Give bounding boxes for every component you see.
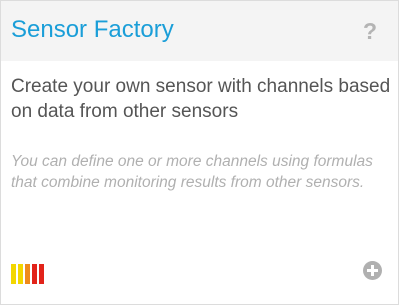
performance-bar [11, 264, 16, 284]
sensor-title[interactable]: Sensor Factory [11, 16, 174, 44]
sensor-description: Create your own sensor with channels bas… [11, 76, 391, 122]
card-header: Sensor Factory ? [1, 1, 398, 61]
performance-bar [18, 264, 23, 284]
performance-bar [25, 264, 30, 284]
sensor-card: Sensor Factory ? Create your own sensor … [0, 0, 399, 305]
help-icon[interactable]: ? [363, 18, 377, 44]
performance-bar [39, 264, 44, 284]
performance-bar [32, 264, 37, 284]
sensor-note: You can define one or more channels usin… [11, 153, 373, 191]
performance-bars-icon [11, 264, 47, 284]
add-sensor-icon[interactable] [363, 261, 382, 280]
